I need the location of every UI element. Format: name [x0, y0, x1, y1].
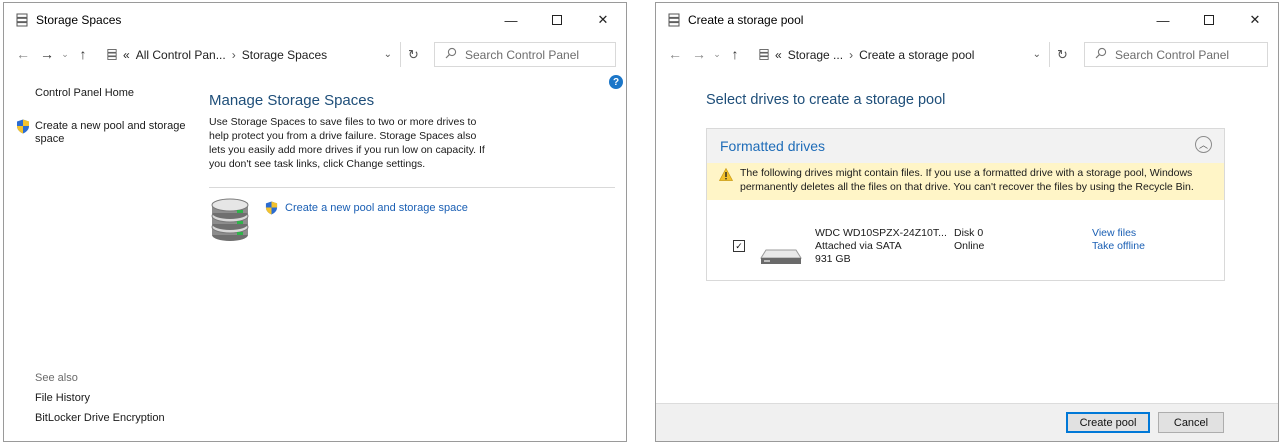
navigation-bar: ← → ⌄ ↑ « Storage ... › Create a storage…	[656, 39, 1278, 69]
control-panel-home-link[interactable]: Control Panel Home	[35, 87, 134, 99]
group-title: Formatted drives	[720, 138, 826, 154]
breadcrumb-create-storage-pool[interactable]: Create a storage pool	[859, 48, 974, 62]
address-folder-icon	[759, 48, 769, 61]
address-dropdown-icon[interactable]: ⌄	[384, 49, 392, 60]
search-icon	[445, 47, 457, 62]
warning-text: The following drives might contain files…	[740, 166, 1194, 194]
close-icon[interactable]: ✕	[1232, 3, 1278, 37]
warning-banner: The following drives might contain files…	[707, 163, 1224, 200]
window-title: Storage Spaces	[36, 13, 122, 27]
description-line: you don't see task links, click Change s…	[209, 158, 426, 170]
address-dropdown-icon[interactable]: ⌄	[1033, 49, 1041, 60]
address-bar[interactable]: « Storage ... › Create a storage pool ⌄ …	[759, 42, 1075, 67]
up-arrow-icon[interactable]: ↑	[726, 42, 744, 66]
breadcrumb-overflow[interactable]: «	[775, 48, 782, 62]
drive-status: Online	[954, 240, 985, 252]
refresh-icon[interactable]: ↻	[1049, 42, 1075, 67]
uac-shield-icon	[265, 201, 278, 218]
address-bar[interactable]: « All Control Pan... › Storage Spaces ⌄ …	[107, 42, 426, 67]
drive-name: WDC WD10SPZX-24Z10T...	[815, 227, 947, 239]
drive-actions: View files Take offline	[1092, 227, 1145, 253]
recent-dropdown-icon[interactable]: ⌄	[708, 42, 726, 66]
storage-spaces-icon	[666, 12, 682, 28]
search-input[interactable]: Search Control Panel	[434, 42, 616, 67]
forward-arrow-icon[interactable]: →	[690, 42, 708, 66]
breadcrumb-separator: ›	[849, 47, 854, 62]
page-description: Use Storage Spaces to save files to two …	[209, 115, 509, 171]
drive-stack-icon	[208, 197, 254, 246]
create-pool-button[interactable]: Create pool	[1066, 412, 1150, 433]
page-title: Select drives to create a storage pool	[706, 92, 946, 108]
breadcrumb-overflow[interactable]: «	[123, 48, 130, 62]
create-pool-main-link[interactable]: Create a new pool and storage space	[285, 202, 468, 214]
description-line: help protect you from a drive failure. S…	[209, 130, 477, 142]
view-files-link[interactable]: View files	[1092, 227, 1145, 240]
drive-connection: Attached via SATA	[815, 240, 902, 252]
window-title: Create a storage pool	[688, 13, 804, 27]
see-also-label: See also	[35, 372, 78, 384]
file-history-link[interactable]: File History	[35, 392, 90, 404]
navigation-bar: ← → ⌄ ↑ « All Control Pan... › Storage S…	[4, 39, 626, 69]
drive-disk-info: Disk 0 Online	[954, 227, 984, 253]
close-icon[interactable]: ✕	[580, 3, 626, 37]
uac-shield-icon	[16, 119, 30, 137]
warning-line: The following drives might contain files…	[740, 167, 1193, 179]
take-offline-link[interactable]: Take offline	[1092, 240, 1145, 253]
title-bar: Create a storage pool — ✕	[656, 3, 1278, 37]
refresh-icon[interactable]: ↻	[400, 42, 426, 67]
forward-arrow-icon[interactable]: →	[38, 42, 56, 66]
breadcrumb-storage[interactable]: Storage ...	[788, 48, 843, 62]
minimize-icon[interactable]: —	[1140, 3, 1186, 37]
search-placeholder: Search Control Panel	[465, 47, 580, 62]
bitlocker-link[interactable]: BitLocker Drive Encryption	[35, 412, 165, 424]
breadcrumb-storage-spaces[interactable]: Storage Spaces	[242, 48, 327, 62]
group-header[interactable]: Formatted drives ︿	[707, 129, 1224, 163]
create-storage-pool-window: Create a storage pool — ✕ ← → ⌄ ↑ « Stor…	[655, 2, 1279, 442]
recent-dropdown-icon[interactable]: ⌄	[56, 42, 74, 66]
help-icon[interactable]: ?	[609, 75, 623, 89]
maximize-icon[interactable]	[534, 3, 580, 37]
minimize-icon[interactable]: —	[488, 3, 534, 37]
drive-checkbox[interactable]: ✓	[733, 240, 745, 252]
drive-size: 931 GB	[815, 253, 851, 265]
cancel-button[interactable]: Cancel	[1158, 412, 1224, 433]
search-icon	[1095, 47, 1107, 62]
breadcrumb-separator: ›	[231, 47, 236, 62]
drive-disk-number: Disk 0	[954, 227, 984, 239]
storage-spaces-window: Storage Spaces — ✕ ← → ⌄ ↑ « All Control…	[3, 2, 627, 442]
warning-icon	[718, 167, 734, 184]
dialog-footer: Create pool Cancel	[656, 403, 1278, 441]
breadcrumb-all-control-panel[interactable]: All Control Pan...	[136, 48, 226, 62]
maximize-icon[interactable]	[1186, 3, 1232, 37]
search-placeholder: Search Control Panel	[1115, 47, 1230, 62]
description-line: Use Storage Spaces to save files to two …	[209, 116, 477, 128]
collapse-icon[interactable]: ︿	[1195, 136, 1212, 153]
address-folder-icon	[107, 48, 117, 61]
search-input[interactable]: Search Control Panel	[1084, 42, 1268, 67]
drive-info: WDC WD10SPZX-24Z10T... Attached via SATA…	[815, 227, 947, 266]
storage-spaces-icon	[14, 12, 30, 28]
create-pool-sidebar-link-line1[interactable]: Create a new pool and storage	[35, 120, 185, 132]
back-arrow-icon[interactable]: ←	[14, 42, 32, 66]
up-arrow-icon[interactable]: ↑	[74, 42, 92, 66]
create-pool-sidebar-link-line2[interactable]: space	[35, 133, 64, 145]
divider	[209, 187, 615, 188]
warning-line: permanently deletes all the files on tha…	[740, 181, 1194, 193]
hard-drive-icon	[760, 248, 802, 269]
title-bar: Storage Spaces — ✕	[4, 3, 626, 37]
formatted-drives-group: Formatted drives ︿ The following drives …	[706, 128, 1225, 281]
page-title: Manage Storage Spaces	[209, 92, 375, 109]
back-arrow-icon[interactable]: ←	[666, 42, 684, 66]
description-line: lets you easily add more drives if you r…	[209, 144, 485, 156]
